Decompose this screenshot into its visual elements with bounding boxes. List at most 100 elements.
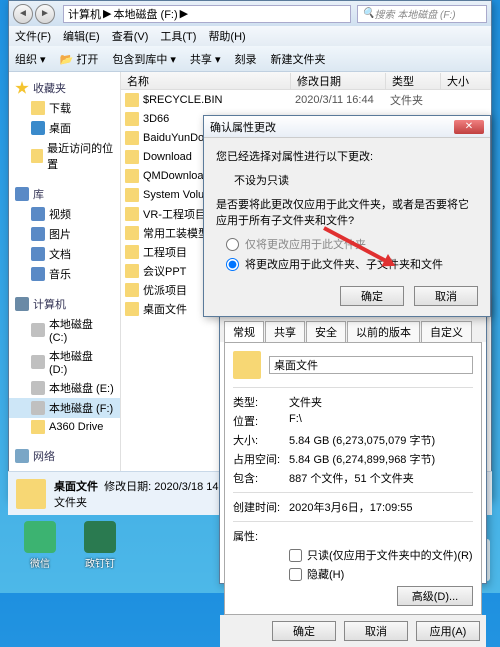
folder-name-input[interactable] [269,356,473,374]
sidebar-item-videos[interactable]: 视频 [9,204,120,224]
menu-help[interactable]: 帮助(H) [208,28,245,44]
apply-button[interactable]: 应用(A) [416,621,480,641]
folder-icon [125,188,139,202]
star-icon [15,81,29,95]
tab-security[interactable]: 安全 [306,321,346,342]
attr-readonly-row[interactable]: 只读(仅应用于文件夹中的文件)(R) [289,547,473,563]
document-icon [31,247,45,261]
menu-tools[interactable]: 工具(T) [160,28,196,44]
video-icon [31,207,45,221]
sidebar: 收藏夹 下载 桌面 最近访问的位置 库 视频 图片 文档 音乐 计算机 本地磁盘… [9,72,121,501]
properties-tabs: 常规 共享 安全 以前的版本 自定义 [220,317,486,342]
radio-input[interactable] [226,258,239,271]
attr-hidden-row[interactable]: 隐藏(H) [289,566,473,582]
chevron-right-icon: ▶ [180,7,188,20]
tab-customize[interactable]: 自定义 [421,321,472,342]
file-row[interactable]: $RECYCLE.BIN2020/3/11 16:44文件夹 [121,90,491,109]
desktop-icon-dingtalk[interactable]: 政钉钉 [82,521,118,570]
recent-icon [31,149,43,163]
col-type[interactable]: 类型 [386,73,441,89]
hidden-checkbox[interactable] [289,568,302,581]
search-icon: 🔍 [362,8,374,19]
ok-button[interactable]: 确定 [340,286,404,306]
radio-this-folder-only[interactable]: 仅将更改应用于此文件夹 [226,236,478,252]
sidebar-item-desktop[interactable]: 桌面 [9,118,120,138]
properties-dialog: 桌面文件 属性 ✕ 常规 共享 安全 以前的版本 自定义 类型:文件夹 位置:F… [219,294,487,584]
confirm-attribute-dialog: 确认属性更改 ✕ 您已经选择对属性进行以下更改: 不设为只读 是否要将此更改仅应… [203,115,491,317]
sidebar-drive-c[interactable]: 本地磁盘 (C:) [9,314,120,346]
toolbar-include[interactable]: 包含到库中 ▾ [112,51,176,67]
computer-icon [15,297,29,311]
breadcrumb[interactable]: 计算机 ▶ 本地磁盘 (F:) ▶ [63,5,351,23]
col-size[interactable]: 大小 [441,73,491,89]
forward-button[interactable]: ► [35,4,55,24]
toolbar-share[interactable]: 共享 ▾ [190,51,221,67]
desktop-icon [31,121,45,135]
sidebar-drive-d[interactable]: 本地磁盘 (D:) [9,346,120,378]
folder-icon [125,226,139,240]
properties-body: 类型:文件夹 位置:F:\ 大小:5.84 GB (6,273,075,079 … [224,342,482,615]
dingtalk-icon [84,521,116,553]
menu-view[interactable]: 查看(V) [112,28,149,44]
col-name[interactable]: 名称 [121,73,291,89]
picture-icon [31,227,45,241]
sidebar-item-documents[interactable]: 文档 [9,244,120,264]
sidebar-item-recent[interactable]: 最近访问的位置 [9,138,120,174]
folder-icon [125,283,139,297]
advanced-button[interactable]: 高级(D)... [397,586,473,606]
back-button[interactable]: ◄ [13,4,33,24]
drive-icon [31,381,45,395]
dialog-titlebar[interactable]: 确认属性更改 ✕ [204,116,490,138]
library-icon [15,187,29,201]
radio-all-subfolders[interactable]: 将更改应用于此文件夹、子文件夹和文件 [226,256,478,272]
sidebar-item-music[interactable]: 音乐 [9,264,120,284]
col-date[interactable]: 修改日期 [291,73,386,89]
folder-icon [16,479,46,509]
sidebar-item-pictures[interactable]: 图片 [9,224,120,244]
search-input[interactable]: 🔍 搜索 本地磁盘 (F:) [357,5,487,23]
download-icon [31,101,45,115]
toolbar-burn[interactable]: 刻录 [235,51,257,67]
sidebar-favorites[interactable]: 收藏夹 [9,78,120,98]
drive-icon [31,323,45,337]
sidebar-drive-f[interactable]: 本地磁盘 (F:) [9,398,120,418]
folder-icon [125,112,139,126]
sidebar-a360[interactable]: A360 Drive [9,418,120,436]
cancel-button[interactable]: 取消 [344,621,408,641]
tab-previous-versions[interactable]: 以前的版本 [347,321,420,342]
tab-general[interactable]: 常规 [224,321,264,342]
folder-icon [125,245,139,259]
toolbar-organize[interactable]: 组织 ▾ [15,51,46,67]
drive-icon [31,401,45,415]
menubar: 文件(F) 编辑(E) 查看(V) 工具(T) 帮助(H) [9,26,491,46]
menu-file[interactable]: 文件(F) [15,28,51,44]
drive-icon [31,355,45,369]
breadcrumb-drive[interactable]: 本地磁盘 (F:) [113,6,177,22]
desktop-icon-wechat[interactable]: 微信 [22,521,58,570]
sidebar-libraries[interactable]: 库 [9,184,120,204]
toolbar-open[interactable]: 📂 打开 [60,51,99,67]
folder-icon [125,207,139,221]
toolbar-newfolder[interactable]: 新建文件夹 [271,51,326,67]
radio-input[interactable] [226,238,239,251]
sidebar-drive-e[interactable]: 本地磁盘 (E:) [9,378,120,398]
sidebar-item-downloads[interactable]: 下载 [9,98,120,118]
readonly-checkbox[interactable] [289,549,302,562]
details-type: 文件夹 [54,494,234,510]
music-icon [31,267,45,281]
file-header: 名称 修改日期 类型 大小 [121,72,491,90]
folder-icon [125,169,139,183]
ok-button[interactable]: 确定 [272,621,336,641]
confirm-msg1: 您已经选择对属性进行以下更改: [216,148,478,164]
cancel-button[interactable]: 取消 [414,286,478,306]
close-button[interactable]: ✕ [454,120,484,134]
sidebar-network[interactable]: 网络 [9,446,120,466]
dialog-title: 确认属性更改 [210,119,276,135]
titlebar: ◄ ► 计算机 ▶ 本地磁盘 (F:) ▶ 🔍 搜索 本地磁盘 (F:) [9,1,491,26]
prop-type: 文件夹 [289,394,473,410]
breadcrumb-root[interactable]: 计算机 [68,6,101,22]
menu-edit[interactable]: 编辑(E) [63,28,100,44]
sidebar-computer[interactable]: 计算机 [9,294,120,314]
prop-contains: 887 个文件，51 个文件夹 [289,470,473,486]
tab-sharing[interactable]: 共享 [265,321,305,342]
